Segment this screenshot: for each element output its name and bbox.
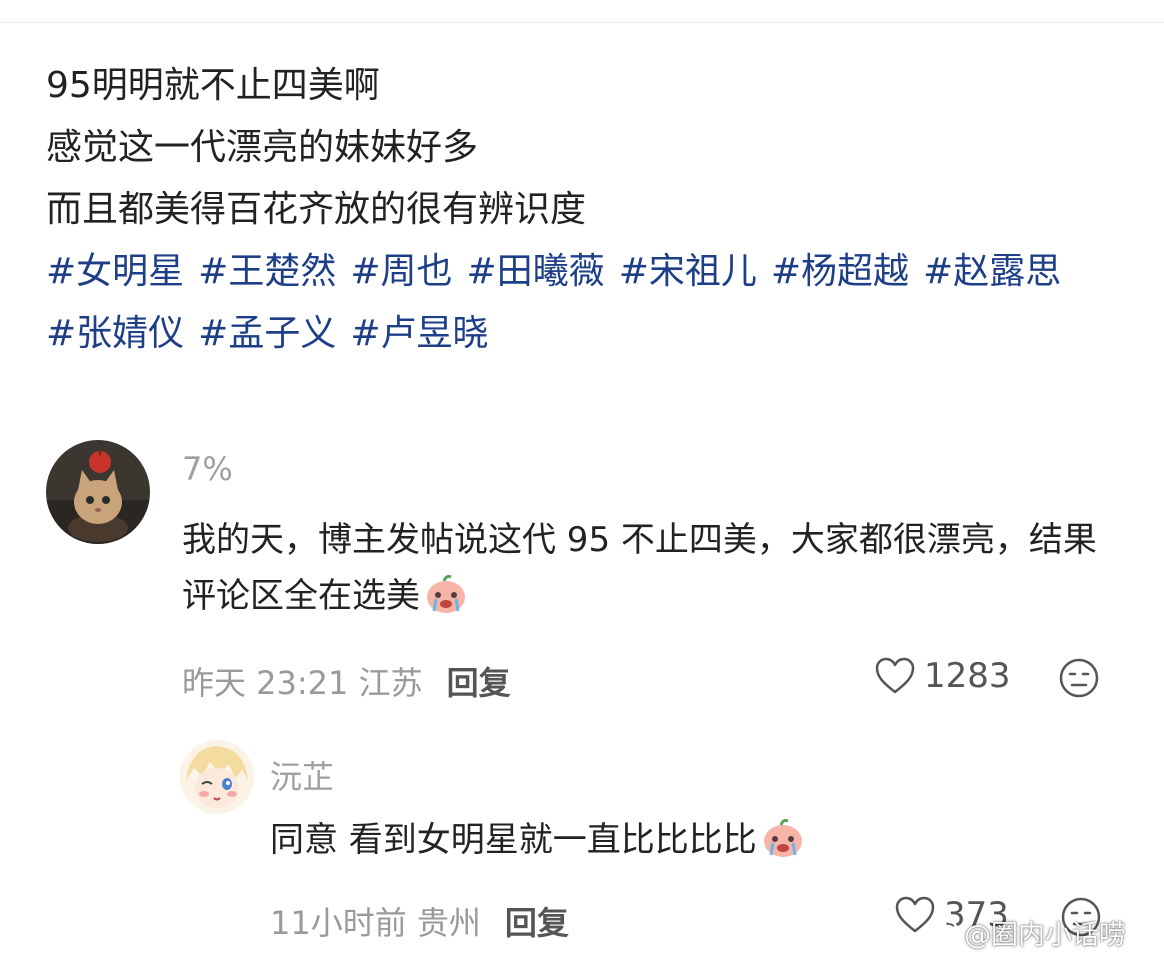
dislike-button[interactable] (1058, 657, 1100, 703)
crying-emoji-icon (761, 817, 805, 876)
comment-text-body: 同意 看到女明星就一直比比比比 (270, 820, 757, 860)
hashtag-link[interactable]: #宋祖儿 (619, 251, 757, 292)
hashtag-link[interactable]: #赵露思 (923, 251, 1061, 292)
hashtag-link[interactable]: #田曦薇 (467, 251, 605, 292)
hashtag-list: #女明星 #王楚然 #周也 #田曦薇 #宋祖儿 #杨超越 #赵露思 #张婧仪 #孟子义 #卢昱晓 (46, 241, 1096, 365)
hashtag-link[interactable]: #张婧仪 (46, 313, 184, 354)
hashtag-link[interactable]: #孟子义 (198, 313, 336, 354)
comment-username[interactable]: 7% (182, 450, 233, 488)
post-line-2: 感觉这一代漂亮的妹妹好多 (46, 127, 479, 168)
heart-icon (875, 657, 915, 694)
comment-username[interactable]: 沅芷 (270, 752, 334, 798)
reply-button[interactable]: 回复 (505, 904, 569, 942)
crying-emoji-icon (424, 573, 468, 632)
avatar[interactable] (180, 740, 254, 814)
comment: 7% 我的天，博主发帖说这代 95 不止四美，大家都很漂亮，结果评论区全在选美 … (46, 440, 1126, 720)
post-body: 95明明就不止四美啊 感觉这一代漂亮的妹妹好多 而且都美得百花齐放的很有辨识度 … (46, 55, 1126, 365)
reply-button[interactable]: 回复 (447, 664, 511, 702)
hashtag-link[interactable]: #周也 (350, 251, 452, 292)
comment-time-location: 昨天 23:21 江苏 (182, 664, 423, 702)
comment-text: 同意 看到女明星就一直比比比比 (270, 812, 1110, 876)
like-button[interactable]: 1283 (874, 656, 1011, 696)
hashtag-link[interactable]: #卢昱晓 (350, 313, 488, 354)
hashtag-link[interactable]: #杨超越 (771, 251, 909, 292)
comment-meta: 11小时前 贵州 回复 (270, 898, 569, 944)
post-line-3: 而且都美得百花齐放的很有辨识度 (46, 189, 587, 230)
comment-meta: 昨天 23:21 江苏 回复 (182, 658, 511, 704)
watermark: @圈内小话唠 (920, 913, 1126, 952)
post-line-1: 95明明就不止四美啊 (46, 65, 380, 106)
meh-face-icon (1059, 658, 1099, 698)
comment-time-location: 11小时前 贵州 (270, 904, 481, 942)
hashtag-link[interactable]: #王楚然 (198, 251, 336, 292)
top-divider (0, 22, 1164, 23)
comment-text: 我的天，博主发帖说这代 95 不止四美，大家都很漂亮，结果评论区全在选美 (182, 512, 1112, 632)
avatar[interactable] (46, 440, 150, 544)
watermark-text: @圈内小话唠 (964, 920, 1126, 951)
hashtag-link[interactable]: #女明星 (46, 251, 184, 292)
weibo-logo-icon (920, 919, 959, 948)
comment-text-body: 我的天，博主发帖说这代 95 不止四美，大家都很漂亮，结果评论区全在选美 (182, 520, 1097, 616)
like-count: 1283 (924, 656, 1011, 696)
